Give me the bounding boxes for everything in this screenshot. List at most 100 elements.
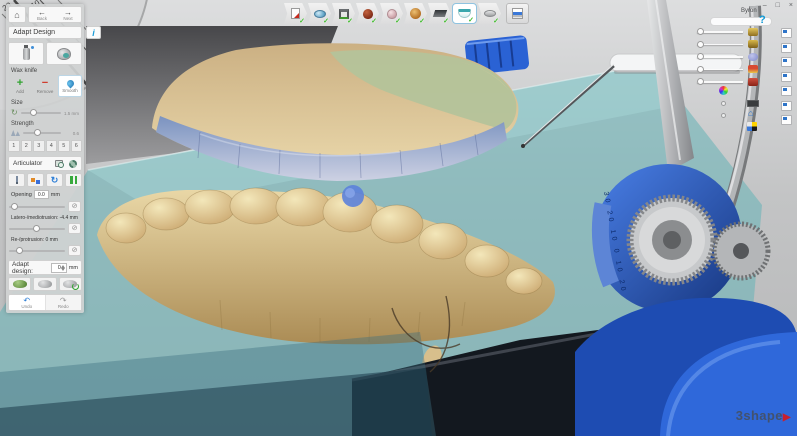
articulator-inspect-button[interactable] — [53, 158, 65, 169]
adapt-full-button[interactable] — [8, 277, 31, 291]
3d-viewport[interactable]: 20 10 — [0, 0, 797, 436]
adapt-refresh-button[interactable] — [59, 277, 82, 291]
strength-slider[interactable] — [23, 132, 61, 134]
back-arrow-icon: ← — [38, 9, 46, 16]
stepper-down-icon[interactable] — [61, 268, 65, 271]
size-slider-thumb[interactable] — [30, 109, 37, 116]
base-layer-icon[interactable] — [748, 78, 758, 86]
workflow-step-tooth-setup[interactable]: ✓ — [404, 3, 427, 24]
panel-toggle-7[interactable] — [781, 115, 792, 125]
pause-button[interactable] — [65, 173, 82, 187]
window-controls: – □ × — [763, 2, 793, 9]
maximize-button[interactable]: □ — [776, 2, 780, 9]
rotate-icon: ↻ — [51, 176, 59, 185]
strength-slider-thumb[interactable] — [34, 129, 41, 136]
workflow-step-lower-impression[interactable]: ✓ — [380, 3, 403, 24]
remove-button[interactable]: − Remove — [33, 75, 57, 97]
opening-reset-button[interactable]: ⊘ — [68, 201, 81, 212]
reset-motion-button[interactable]: ↻ — [46, 173, 63, 187]
side-panel-strip — [781, 28, 792, 125]
workflow-step-scan[interactable]: ✓ — [308, 3, 331, 24]
morph-icon — [57, 48, 71, 60]
redo-button[interactable]: ↷ Redo — [45, 295, 82, 310]
upper-scan-icon[interactable] — [748, 28, 758, 36]
slider-thumb[interactable] — [697, 41, 704, 48]
home-icon: ⌂ — [14, 10, 19, 20]
back-button[interactable]: ← Back — [29, 7, 55, 22]
check-icon: ✓ — [468, 16, 474, 24]
size-slider[interactable] — [21, 112, 61, 114]
patient-tab[interactable]: Byron — [741, 8, 757, 14]
incisal-pin-button[interactable] — [8, 173, 25, 187]
contact-colors-button[interactable] — [27, 173, 44, 187]
slider-thumb[interactable] — [697, 28, 704, 35]
preset-1-button[interactable]: 1 — [8, 140, 20, 152]
pin-icon — [16, 176, 18, 184]
application-window: 20 10 — [0, 0, 797, 436]
preset-5-button[interactable]: 5 — [58, 140, 70, 152]
toggle-dot-1[interactable] — [721, 101, 726, 106]
opening-slider[interactable] — [9, 206, 65, 208]
protrusion-slider-thumb[interactable] — [16, 247, 23, 254]
slider-thumb[interactable] — [697, 53, 704, 60]
lower-scan-icon[interactable] — [748, 40, 758, 48]
workflow-step-order[interactable]: ✓ — [284, 3, 307, 24]
smooth-button[interactable]: Smooth — [58, 75, 82, 97]
color-wheel-icon[interactable] — [719, 86, 728, 95]
check-icon: ✓ — [299, 17, 305, 25]
wax-knife-icon — [23, 48, 30, 60]
minimize-button[interactable]: – — [763, 2, 767, 9]
adapt-design-stepper[interactable]: 0 — [51, 263, 67, 273]
workflow-step-articulator[interactable]: ✓ — [332, 3, 355, 24]
adapt-preview-button[interactable] — [33, 277, 56, 291]
next-button[interactable]: → Next — [55, 7, 81, 22]
panel-toggle-6[interactable] — [781, 101, 792, 111]
home-view-icon[interactable]: ⌂ — [748, 108, 753, 118]
opening-input[interactable]: 0.0 — [34, 190, 49, 199]
next-label: Next — [63, 16, 72, 21]
workflow-step-upper-impression[interactable]: ✓ — [356, 3, 379, 24]
workflow-step-denture-base-active[interactable]: ✓ — [452, 3, 477, 24]
panel-toggle-5[interactable] — [781, 86, 792, 96]
wax-rim-layer-icon[interactable] — [748, 65, 758, 73]
watermark-text: 3shape — [736, 408, 783, 423]
plus-icon: + — [17, 79, 23, 88]
articulator-settings-button[interactable] — [67, 158, 79, 169]
panel-toggle-4[interactable] — [781, 72, 792, 82]
panel-toggle-3[interactable] — [781, 57, 792, 67]
visibility-sliders — [697, 26, 761, 89]
home-button[interactable]: ⌂ — [8, 6, 26, 23]
add-label: Add — [16, 89, 24, 94]
latero-slider[interactable] — [9, 228, 65, 230]
workflow-step-blockout[interactable]: ✓ — [428, 3, 451, 24]
wax-knife-tool-button[interactable] — [8, 42, 44, 65]
morph-tool-button[interactable] — [46, 42, 82, 65]
workflow-step-layers[interactable] — [506, 3, 529, 24]
panel-toggle-1[interactable] — [781, 28, 792, 38]
info-button[interactable]: i — [86, 26, 101, 39]
latero-slider-thumb[interactable] — [33, 225, 40, 232]
slider-thumb[interactable] — [697, 78, 704, 85]
slider-thumb[interactable] — [697, 66, 704, 73]
protrusion-reset-button[interactable]: ⊘ — [68, 245, 81, 256]
opening-slider-thumb[interactable] — [11, 203, 18, 210]
add-button[interactable]: + Add — [8, 75, 32, 97]
keyboard-icon[interactable] — [747, 100, 759, 107]
preset-3-button[interactable]: 3 — [33, 140, 45, 152]
preset-2-button[interactable]: 2 — [21, 140, 33, 152]
help-button[interactable]: ? — [759, 14, 766, 26]
teeth-layer-icon[interactable] — [748, 53, 758, 61]
brush-cursor[interactable] — [342, 185, 364, 207]
workflow-step-baseplate[interactable]: ✓ — [478, 3, 501, 24]
protrusion-label: Re-/protrusion: 0 mm — [11, 237, 82, 243]
render-settings-icon[interactable] — [747, 122, 757, 131]
preset-6-button[interactable]: 6 — [71, 140, 83, 152]
protrusion-slider[interactable] — [9, 250, 65, 252]
watermark-arrow-icon: ▶ — [783, 412, 791, 423]
latero-reset-button[interactable]: ⊘ — [68, 223, 81, 234]
undo-button[interactable]: ↶ Undo — [9, 295, 45, 310]
toggle-dot-2[interactable] — [721, 113, 726, 118]
panel-toggle-2[interactable] — [781, 43, 792, 53]
close-button[interactable]: × — [789, 2, 793, 9]
preset-4-button[interactable]: 4 — [46, 140, 58, 152]
